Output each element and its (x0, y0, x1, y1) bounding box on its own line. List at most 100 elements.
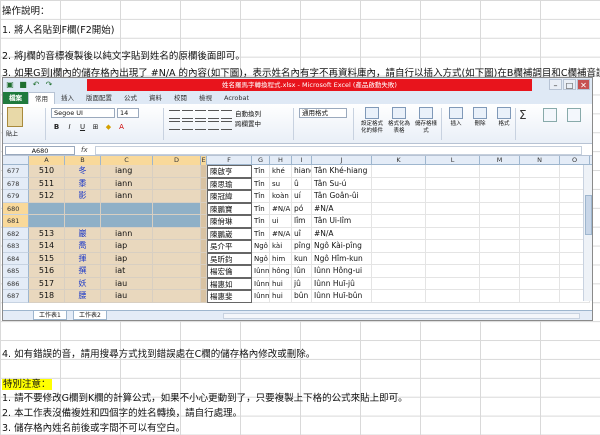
cell-empty[interactable] (520, 240, 560, 253)
sheet-tab[interactable]: 工作表2 (73, 311, 107, 320)
cell-j[interactable]: Tân Su-ú (312, 177, 372, 190)
cell-empty[interactable] (480, 165, 520, 178)
cell-b[interactable]: 揮 (65, 252, 101, 265)
cell-i[interactable]: uí (292, 190, 312, 203)
underline-button[interactable]: U (77, 122, 88, 133)
cell-c[interactable]: iau (101, 277, 153, 290)
tab-review[interactable]: 校閱 (168, 92, 193, 104)
column-header-b[interactable]: B (65, 156, 101, 165)
cell-g[interactable]: Tîn (252, 177, 270, 190)
column-header-k[interactable]: K (372, 156, 426, 165)
find-select-icon[interactable] (567, 108, 581, 122)
border-icon[interactable]: ⊞ (90, 122, 101, 133)
cell-f[interactable]: 吳介平 (207, 240, 252, 253)
row-header[interactable]: 680 (3, 202, 29, 215)
column-header-l[interactable]: L (426, 156, 480, 165)
cell-g[interactable]: Ngô (252, 240, 270, 253)
cell-b[interactable]: 黍 (65, 177, 101, 190)
cell-empty[interactable] (372, 177, 426, 190)
cell-b[interactable]: 影 (65, 190, 101, 203)
cell-d[interactable] (153, 177, 201, 190)
cell-f[interactable]: 陳鵬崴 (207, 227, 252, 240)
cell-a[interactable]: 512 (29, 190, 65, 203)
cell-i[interactable]: uî (292, 227, 312, 240)
cell-empty[interactable] (426, 290, 480, 303)
row-header[interactable]: 678 (3, 177, 29, 190)
column-header-n[interactable]: N (520, 156, 560, 165)
cell-empty[interactable] (480, 277, 520, 290)
cell-empty[interactable] (520, 277, 560, 290)
row-header[interactable]: 682 (3, 227, 29, 240)
cell-b[interactable]: 喬 (65, 240, 101, 253)
cell-empty[interactable] (480, 265, 520, 278)
cell-f[interactable]: 陳冠緯 (207, 190, 252, 203)
column-header-c[interactable]: C (101, 156, 153, 165)
align-icon[interactable] (208, 121, 219, 130)
row-header[interactable]: 683 (3, 240, 29, 253)
cell-empty[interactable] (480, 240, 520, 253)
cell-styles-button[interactable]: 儲存格樣式 (413, 107, 439, 135)
cell-f[interactable]: 楊惠如 (207, 277, 252, 290)
cell-h[interactable]: ui (270, 215, 292, 228)
sheet-tab[interactable]: 工作表1 (33, 311, 67, 320)
cell-h[interactable]: him (270, 252, 292, 265)
align-icon[interactable] (169, 121, 180, 130)
cell-empty[interactable] (426, 165, 480, 178)
cell-j[interactable]: Tân Ui-lîm (312, 215, 372, 228)
align-icon[interactable] (221, 110, 232, 119)
italic-button[interactable]: I (64, 122, 75, 133)
cell-f[interactable]: 陳啟亨 (207, 165, 252, 178)
cell-empty[interactable] (372, 290, 426, 303)
cell-i[interactable]: bûn (292, 290, 312, 303)
cell-empty[interactable] (372, 252, 426, 265)
cell-empty[interactable] (520, 202, 560, 215)
select-all-corner[interactable] (3, 156, 29, 165)
redo-icon[interactable]: ↷ (44, 80, 54, 90)
cell-d[interactable] (153, 290, 201, 303)
cell-i[interactable]: û (292, 177, 312, 190)
cell-a[interactable]: 510 (29, 165, 65, 178)
tab-data[interactable]: 資料 (143, 92, 168, 104)
insert-cells-button[interactable]: 插入 (443, 107, 469, 128)
cell-empty[interactable] (520, 290, 560, 303)
number-format-box[interactable]: 通用格式 (299, 108, 347, 118)
delete-cells-button[interactable]: 刪除 (467, 107, 493, 128)
wrap-text-button[interactable]: 自動換列 (235, 109, 261, 119)
cell-j[interactable]: #N/A (312, 202, 372, 215)
cell-b[interactable]: 妖 (65, 277, 101, 290)
align-icon[interactable] (182, 110, 193, 119)
cell-g[interactable]: Tîn (252, 227, 270, 240)
cell-d[interactable] (153, 252, 201, 265)
cell-empty[interactable] (480, 202, 520, 215)
cell-f[interactable]: 陳佾琳 (207, 215, 252, 228)
cell-empty[interactable] (372, 215, 426, 228)
cell-d[interactable] (153, 215, 201, 228)
cell-empty[interactable] (520, 227, 560, 240)
cell-b[interactable] (65, 202, 101, 215)
tab-formulas[interactable]: 公式 (118, 92, 143, 104)
cell-empty[interactable] (520, 165, 560, 178)
cell-d[interactable] (153, 277, 201, 290)
cell-f[interactable]: 吳昕鈞 (207, 252, 252, 265)
cell-j[interactable]: #N/A (312, 227, 372, 240)
column-header-d[interactable]: D (153, 156, 201, 165)
vertical-scrollbar[interactable] (583, 165, 592, 301)
cell-empty[interactable] (372, 240, 426, 253)
align-icon[interactable] (195, 110, 206, 119)
cell-g[interactable]: Tîn (252, 215, 270, 228)
align-icon[interactable] (182, 121, 193, 130)
cell-d[interactable] (153, 190, 201, 203)
column-header-f[interactable]: F (207, 156, 252, 165)
cell-empty[interactable] (372, 202, 426, 215)
align-icon[interactable] (195, 121, 206, 130)
cell-empty[interactable] (426, 277, 480, 290)
cell-j[interactable]: Tân Goân-ûi (312, 190, 372, 203)
cell-empty[interactable] (426, 202, 480, 215)
cell-h[interactable]: kài (270, 240, 292, 253)
cell-a[interactable]: 516 (29, 265, 65, 278)
row-header[interactable]: 685 (3, 265, 29, 278)
cell-d[interactable] (153, 265, 201, 278)
cell-h[interactable]: hông (270, 265, 292, 278)
tab-home[interactable]: 常用 (28, 92, 55, 104)
cell-c[interactable]: iap (101, 252, 153, 265)
